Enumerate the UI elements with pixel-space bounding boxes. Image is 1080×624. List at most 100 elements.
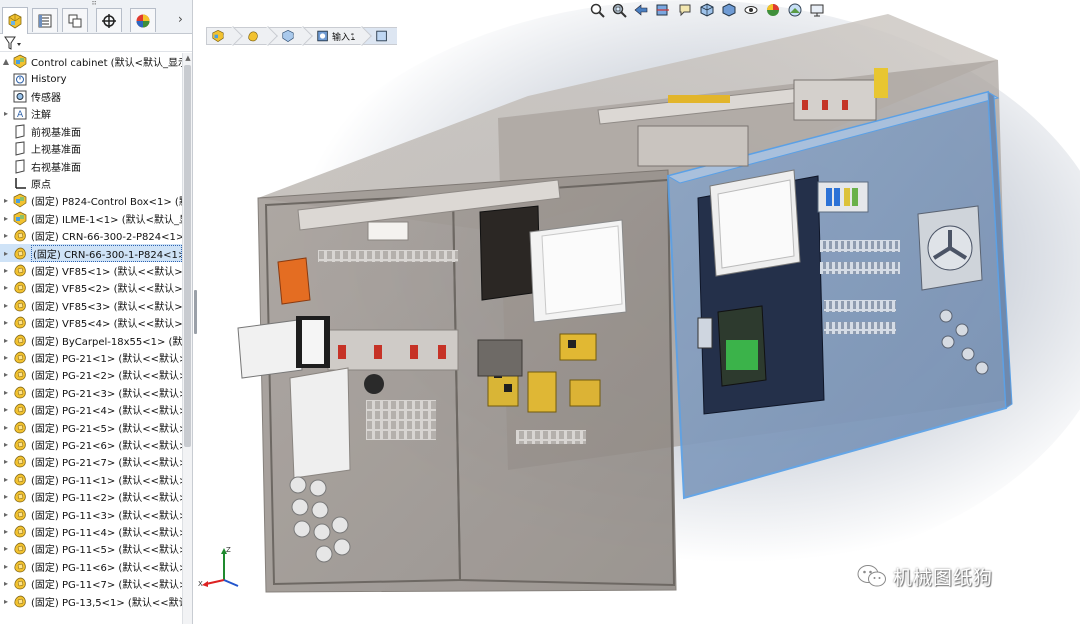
part-icon — [12, 524, 28, 539]
more-tabs-icon[interactable]: › — [178, 12, 183, 26]
filter-icon[interactable] — [3, 35, 23, 51]
appearance-pie-icon[interactable] — [130, 8, 156, 32]
tree-item[interactable]: ▸右视基准面 — [0, 157, 182, 174]
zoom-to-fit-icon[interactable] — [588, 1, 606, 19]
origin-icon — [12, 176, 28, 191]
tree-item[interactable]: ▸ (固定) PG-21<6> (默认<<默认> — [0, 436, 182, 453]
switch-module — [367, 221, 409, 241]
expand-arrow-icon[interactable]: ▸ — [0, 423, 12, 432]
breadcrumb-assembly[interactable] — [206, 26, 243, 46]
tree-item-label: History — [31, 73, 67, 85]
tree-item[interactable]: ▸传感器 — [0, 88, 182, 105]
display-style-icon[interactable] — [720, 1, 738, 19]
tree-item[interactable]: ▸ (固定) VF85<4> (默认<<默认>_ — [0, 314, 182, 331]
tree-item[interactable]: ▸ (固定) CRN-66-300-1-P824<1> — [0, 244, 182, 262]
tree-item[interactable]: ▸ (固定) PG-21<1> (默认<<默认> — [0, 349, 182, 366]
expand-arrow-icon[interactable]: ▸ — [0, 440, 12, 449]
scroll-up-arrow-icon[interactable]: ▲ — [183, 53, 192, 63]
part-icon — [12, 472, 28, 487]
rear-transformer — [637, 125, 749, 167]
tree-item[interactable]: ▸ (固定) P824-Control Box<1> (默 — [0, 192, 182, 209]
expand-arrow-icon[interactable]: ▸ — [0, 492, 12, 501]
expand-arrow-icon[interactable]: ▸ — [0, 231, 12, 240]
expand-arrow-icon[interactable]: ▸ — [0, 510, 12, 519]
tree-item[interactable]: ▸ (固定) PG-21<4> (默认<<默认> — [0, 401, 182, 418]
crosshair-icon[interactable] — [96, 8, 122, 32]
tree-item-label: 传感器 — [31, 92, 61, 104]
watermark-text: 机械图纸狗 — [893, 566, 994, 589]
control-cabinet-model[interactable] — [198, 0, 1080, 624]
tree-item[interactable]: ▸ (固定) ByCarpel-18x55<1> (默认 — [0, 331, 182, 348]
expand-arrow-icon[interactable]: ▸ — [0, 544, 12, 553]
expand-arrow-icon[interactable]: ▸ — [0, 527, 12, 536]
svg-text:X: X — [198, 580, 203, 588]
scrollbar-thumb[interactable] — [184, 65, 191, 447]
tree-item[interactable]: ▸ (固定) PG-11<7> (默认<<默认> — [0, 575, 182, 592]
expand-arrow-icon[interactable]: ▸ — [0, 109, 12, 118]
tree-item[interactable]: ▸ (固定) PG-11<2> (默认<<默认> — [0, 488, 182, 505]
zoom-to-area-icon[interactable] — [610, 1, 628, 19]
expand-arrow-icon[interactable]: ▸ — [0, 196, 12, 205]
expand-arrow-icon[interactable]: ▸ — [0, 318, 12, 327]
edit-appearance-icon[interactable] — [764, 1, 782, 19]
expand-arrow-icon[interactable]: ▸ — [0, 266, 12, 275]
tree-item-label: 原点 — [31, 179, 51, 191]
expand-arrow-icon[interactable]: ▸ — [0, 370, 12, 379]
tree-item[interactable]: ▸ (固定) PG-21<5> (默认<<默认> — [0, 418, 182, 435]
tree-item[interactable]: ▸ (固定) PG-11<3> (默认<<默认> — [0, 505, 182, 522]
tree-item[interactable]: ▸ (固定) PG-11<4> (默认<<默认> — [0, 523, 182, 540]
expand-arrow-icon[interactable]: ▸ — [0, 214, 12, 223]
tree-root[interactable]: ▲ Control cabinet (默认<默认_显示状 — [0, 53, 182, 70]
graphics-area[interactable]: 输入1 Z X 机械图纸狗 — [198, 0, 1080, 624]
expand-arrow-icon[interactable]: ▸ — [0, 353, 12, 362]
apply-scene-icon[interactable] — [786, 1, 804, 19]
section-view-icon[interactable] — [654, 1, 672, 19]
expand-arrow-icon[interactable]: ▸ — [0, 249, 12, 258]
expand-arrow-icon[interactable]: ▸ — [0, 597, 12, 606]
tree-scrollbar[interactable]: ▲ — [182, 53, 192, 624]
tree-item[interactable]: ▸ (固定) VF85<1> (默认<<默认>_ — [0, 262, 182, 279]
tree-item[interactable]: ▸ (固定) PG-21<3> (默认<<默认> — [0, 384, 182, 401]
tree-item[interactable]: ▸ (固定) PG-21<2> (默认<<默认> — [0, 366, 182, 383]
tree-item[interactable]: ▸ (固定) PG-21<7> (默认<<默认> — [0, 453, 182, 470]
expand-arrow-icon[interactable]: ▸ — [0, 336, 12, 345]
tree-item[interactable]: ▸ (固定) CRN-66-300-2-P824<1> — [0, 227, 182, 244]
expand-arrow-icon[interactable]: ▸ — [0, 388, 12, 397]
expand-arrow-icon[interactable]: ▸ — [0, 579, 12, 588]
tree-item[interactable]: ▸ (固定) ILME-1<1> (默认<默认_显 — [0, 210, 182, 227]
configuration-tab[interactable] — [62, 8, 88, 32]
hide-show-icon[interactable] — [742, 1, 760, 19]
tree-item[interactable]: ▸ (固定) VF85<3> (默认<<默认>_ — [0, 297, 182, 314]
view-settings-icon[interactable] — [808, 1, 826, 19]
panel-tab-bar: ⠿ › — [0, 0, 192, 34]
tree-item[interactable]: ▸前视基准面 — [0, 123, 182, 140]
tree-item[interactable]: ▸ A 注解 — [0, 105, 182, 122]
expand-arrow-icon[interactable]: ▸ — [0, 283, 12, 292]
dynamic-annotation-icon[interactable] — [676, 1, 694, 19]
expand-arrow-icon[interactable]: ▸ — [0, 475, 12, 484]
tree-item[interactable]: ▸ (固定) VF85<2> (默认<<默认>_ — [0, 279, 182, 296]
expand-arrow-icon[interactable]: ▸ — [0, 457, 12, 466]
previous-view-icon[interactable] — [632, 1, 650, 19]
tree-item[interactable]: ▸ (固定) PG-13,5<1> (默认<<默认 — [0, 592, 182, 609]
featuremanager-tab[interactable] — [2, 7, 28, 34]
expand-arrow-icon[interactable]: ▸ — [0, 405, 12, 414]
tree-item[interactable]: ▸原点 — [0, 175, 182, 192]
panel-grip-icon[interactable]: ⠿ — [88, 0, 100, 7]
part-icon — [12, 385, 28, 400]
part-icon — [12, 280, 28, 295]
view-orientation-icon[interactable] — [698, 1, 716, 19]
tree-item[interactable]: ▸ (固定) PG-11<1> (默认<<默认> — [0, 471, 182, 488]
tree-item-label: (固定) ILME-1<1> (默认<默认_显 — [31, 214, 182, 226]
expand-arrow-icon[interactable]: ▸ — [0, 301, 12, 310]
tree-item[interactable]: ▸History — [0, 70, 182, 87]
tree-item[interactable]: ▸上视基准面 — [0, 140, 182, 157]
tree-item[interactable]: ▸ (固定) PG-11<6> (默认<<默认> — [0, 558, 182, 575]
side-switch — [697, 317, 713, 349]
propertymanager-tab[interactable] — [32, 8, 58, 32]
expand-arrow-icon[interactable]: ▸ — [0, 562, 12, 571]
tree-item-label: (固定) P824-Control Box<1> (默 — [31, 197, 182, 209]
collapse-arrow-icon[interactable]: ▲ — [0, 57, 12, 66]
tree-item-label: (固定) VF85<4> (默认<<默认>_ — [31, 319, 182, 331]
tree-item[interactable]: ▸ (固定) PG-11<5> (默认<<默认> — [0, 540, 182, 557]
